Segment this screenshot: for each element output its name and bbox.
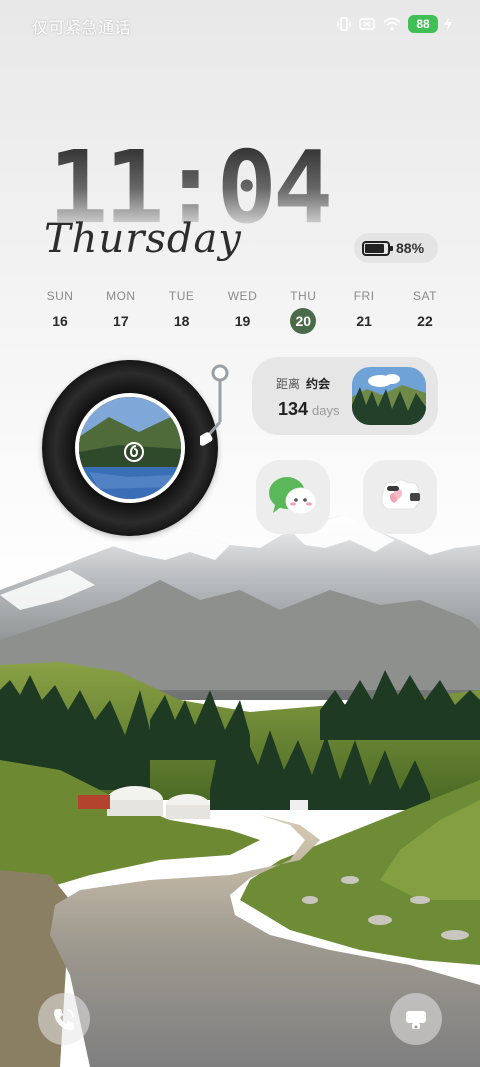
no-sim-icon	[359, 18, 375, 30]
countdown-event: 约会	[306, 377, 331, 391]
battery-percent: 88%	[396, 240, 425, 256]
day-sun: SUN 16	[30, 286, 90, 336]
day-sat: SAT 22	[395, 286, 455, 336]
day-name: SUN	[46, 289, 74, 303]
battery-icon: 88	[408, 15, 438, 33]
day-name: THU	[290, 289, 317, 303]
day-name: WED	[227, 289, 258, 303]
day-date: 22	[417, 313, 433, 329]
emergency-calls-only-text: 仅可紧急通话	[32, 20, 132, 37]
wechat-icon	[269, 477, 317, 515]
countdown-count: 134	[278, 399, 309, 419]
vinyl-record[interactable]	[42, 360, 218, 536]
day-tue: TUE 18	[152, 286, 212, 336]
day-thu: THU 20	[273, 286, 333, 336]
weekday-label: Thursday	[44, 216, 242, 262]
today-date-highlight: 20	[290, 308, 317, 334]
wifi-icon	[383, 17, 401, 31]
week-calendar: SUN 16 MON 17 TUE 18 WED 19 THU 20 FRI 2…	[30, 286, 455, 336]
day-name: FRI	[353, 289, 375, 303]
day-mon: MON 17	[91, 286, 151, 336]
day-wed: WED 19	[212, 286, 272, 336]
countdown-prefix: 距离	[276, 377, 301, 391]
camera-shortcut-button[interactable]	[390, 993, 442, 1045]
day-date: 21	[356, 313, 372, 329]
day-fri: FRI 21	[334, 286, 394, 336]
day-name: TUE	[168, 289, 195, 303]
battery-level-icon	[362, 240, 393, 256]
camera-icon	[406, 1011, 426, 1029]
day-name: MON	[106, 289, 136, 303]
day-date: 19	[234, 313, 251, 329]
day-date: 17	[113, 313, 129, 329]
wechat-app-icon[interactable]	[256, 460, 330, 534]
mask-app-icon[interactable]	[363, 460, 437, 534]
charging-icon	[444, 17, 452, 31]
netease-music-icon	[123, 441, 145, 463]
vibrate-icon	[337, 17, 351, 31]
tonearm-icon	[200, 364, 229, 446]
countdown-label: 距离 约会	[276, 375, 330, 392]
day-date: 18	[173, 313, 190, 329]
music-record-widget[interactable]	[40, 360, 240, 540]
phone-icon	[54, 1009, 74, 1030]
status-bar: 仅可紧急通话 88	[0, 0, 480, 48]
cloud-mask-icon	[381, 479, 420, 510]
countdown-unit: days	[312, 403, 340, 418]
phone-shortcut-button[interactable]	[38, 993, 90, 1045]
album-cover	[75, 393, 185, 503]
countdown-value: 134 days	[278, 399, 340, 420]
status-icons: 88	[336, 14, 452, 34]
countdown-photo	[352, 367, 426, 425]
day-date: 16	[52, 313, 68, 329]
countdown-widget[interactable]: 距离 约会 134 days	[252, 357, 438, 435]
battery-widget: 88%	[354, 233, 438, 263]
day-name: SAT	[412, 289, 437, 303]
